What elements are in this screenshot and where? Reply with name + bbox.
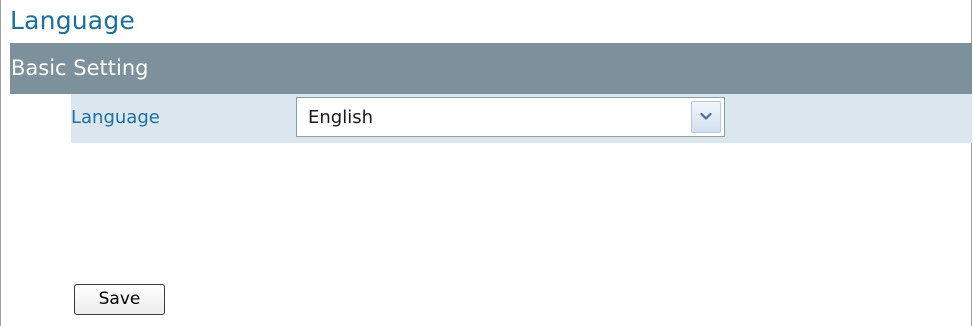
- language-select-value: English: [308, 107, 373, 128]
- save-button[interactable]: Save: [74, 284, 165, 315]
- language-label: Language: [71, 107, 160, 128]
- section-header: Basic Setting: [10, 43, 972, 94]
- chevron-down-icon: [700, 112, 712, 120]
- page-frame: Language Basic Setting Language English …: [0, 0, 972, 326]
- select-dropdown-button[interactable]: [691, 101, 721, 133]
- language-select[interactable]: English: [296, 97, 725, 137]
- page-title: Language: [10, 6, 135, 35]
- section-title: Basic Setting: [11, 56, 149, 80]
- language-setting-row: Language English: [71, 94, 972, 143]
